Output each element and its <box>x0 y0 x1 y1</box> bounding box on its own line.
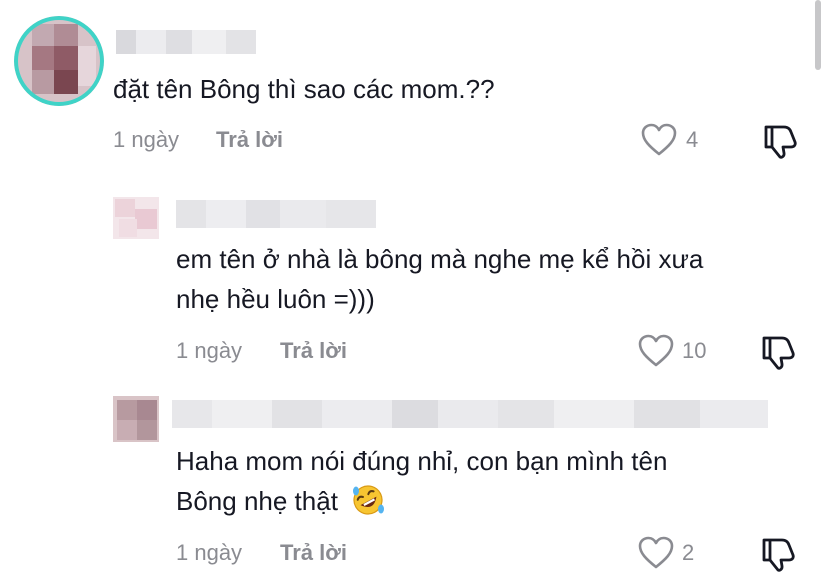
reply-button[interactable]: Trả lời <box>280 540 347 566</box>
like-count: 10 <box>682 338 707 363</box>
dislike-icon[interactable] <box>760 535 796 573</box>
avatar[interactable] <box>113 396 159 442</box>
reply-text-line1: em tên ở nhà là bông mà nghe mẹ kể hồi x… <box>176 244 704 274</box>
reply-button[interactable]: Trả lời <box>280 338 347 364</box>
dislike-icon[interactable] <box>760 333 796 371</box>
reply-button[interactable]: Trả lời <box>216 127 283 153</box>
reply-time: 1 ngày <box>176 338 243 363</box>
comment-time: 1 ngày <box>113 127 180 152</box>
heart-icon[interactable] <box>641 123 677 157</box>
dislike-icon[interactable] <box>762 122 798 160</box>
like-count: 2 <box>682 540 695 565</box>
rolling-on-floor-laughing-icon <box>353 485 385 515</box>
reply-text-line2: Bông nhẹ thật <box>176 486 338 516</box>
avatar[interactable] <box>14 16 104 106</box>
reply-text-line2-wrap: Bông nhẹ thật <box>176 482 385 520</box>
reply-time: 1 ngày <box>176 540 243 565</box>
avatar[interactable] <box>113 197 159 239</box>
reply-text-line1: Haha mom nói đúng nhỉ, con bạn mình tên <box>176 446 668 476</box>
comment-text: đặt tên Bông thì sao các mom.?? <box>113 74 495 104</box>
username-blurred[interactable] <box>176 200 376 228</box>
scrollbar-thumb[interactable] <box>815 0 821 70</box>
heart-icon[interactable] <box>638 536 674 570</box>
like-count: 4 <box>686 127 699 152</box>
username-blurred[interactable] <box>172 400 768 428</box>
heart-icon[interactable] <box>638 334 674 368</box>
username-blurred[interactable] <box>116 30 256 54</box>
avatar-ring <box>14 16 104 106</box>
reply-text-line2: nhẹ hều luôn =))) <box>176 284 375 314</box>
